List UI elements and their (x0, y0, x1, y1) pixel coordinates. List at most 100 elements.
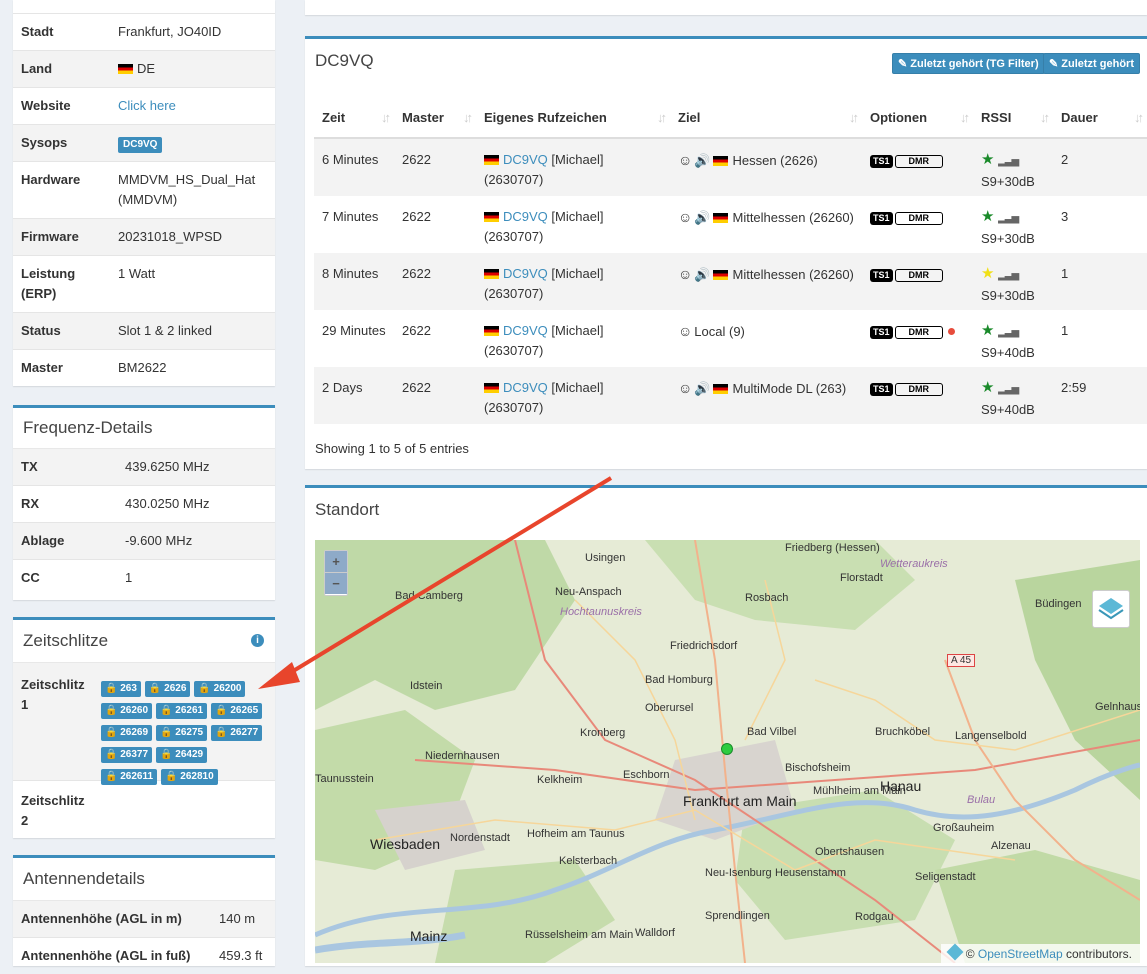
info-icon[interactable]: i (251, 634, 264, 647)
edit-icon: ✎ (1049, 58, 1059, 70)
btn-label: Zuletzt gehört (1061, 58, 1134, 70)
callsign-link[interactable]: DC9VQ (503, 323, 548, 338)
ts-pill: TS1 (870, 269, 893, 282)
talkgroup-badge[interactable]: 🔒 262810 (161, 769, 218, 785)
freq-row-ablage: Ablage -9.600 MHz (13, 523, 275, 560)
callsign-link[interactable]: DC9VQ (503, 380, 548, 395)
col-rssi[interactable]: RSSI ↓↑ (973, 97, 1053, 139)
talkgroup-badge[interactable]: 🔒 26265 (211, 703, 263, 719)
detail-row-leistung: Leistung (ERP) 1 Watt (13, 256, 275, 313)
lastheard-footer: Showing 1 to 5 of 5 entries (315, 441, 469, 456)
station-marker[interactable] (721, 743, 733, 755)
group-icon: ☺ (678, 152, 693, 168)
talkgroup-badge[interactable]: 🔒 26277 (211, 725, 263, 741)
website-link[interactable]: Click here (118, 88, 275, 124)
zeit-value: 7 Minutes (322, 209, 379, 224)
detail-label: Hardware (21, 172, 81, 187)
talkgroup-badge[interactable]: 🔒 26377 (101, 747, 153, 763)
talkgroup-badge[interactable]: 🔒 262611 (101, 769, 158, 785)
star-icon: ★ (981, 151, 995, 168)
detail-label: Firmware (21, 229, 79, 244)
detail-value-wrap: DE (118, 51, 275, 87)
detail-value: DE (137, 61, 156, 76)
map-place-label: Florstadt (840, 572, 883, 584)
detail-value: Slot 1 & 2 linked (118, 323, 212, 338)
mode-pill: DMR (894, 155, 944, 168)
col-master[interactable]: Master ↓↑ (394, 97, 476, 139)
flag-de-icon (484, 269, 499, 279)
freq-value: 439.6250 MHz (125, 459, 210, 474)
speaker-icon: 🔊 (694, 267, 711, 282)
antenna-value: 140 m (219, 911, 256, 926)
cell-rufzeichen: DC9VQ [Michael] (2630707) (476, 196, 670, 253)
rssi-value: S9+40dB (981, 402, 1035, 417)
cell-optionen: TS1 DMR (862, 253, 973, 310)
col-label: Zeit (322, 109, 346, 125)
osm-map[interactable]: + − Usingen Friedberg (Hessen) Florstadt We… (315, 540, 1140, 963)
panel-title: Frequenz-Details (13, 408, 275, 449)
col-rufzeichen[interactable]: Eigenes Rufzeichen ↓↑ (476, 97, 670, 139)
cell-zeit: 29 Minutes (314, 310, 394, 367)
sort-icon: ↓↑ (1040, 110, 1050, 125)
callsign-link[interactable]: DC9VQ (503, 209, 548, 224)
callsign-link[interactable]: DC9VQ (503, 152, 548, 167)
group-icon: ☺ (678, 380, 693, 396)
layers-icon (1098, 598, 1124, 620)
detail-row-status: Status Slot 1 & 2 linked (13, 313, 275, 350)
map-attribution: © OpenStreetMap contributors. (940, 943, 1140, 963)
freq-label: RX (21, 496, 40, 511)
map-place-label: Obertshausen (815, 846, 885, 858)
cell-zeit: 2 Days (314, 367, 394, 424)
osm-link[interactable]: OpenStreetMap (978, 947, 1063, 961)
col-dauer[interactable]: Dauer ↓↑ (1053, 97, 1147, 139)
detail-value: 20231018_WPSD (118, 229, 223, 244)
talkgroup-badge[interactable]: 🔒 26275 (156, 725, 208, 741)
map-place-label: Bad Homburg (645, 674, 713, 686)
lastheard-tg-filter-button[interactable]: ✎ Zuletzt gehört (TG Filter) (892, 53, 1045, 74)
zoom-in-button[interactable]: + (325, 551, 347, 572)
lastheard-table: Zeit ↓↑ Master ↓↑ Eigenes Rufzeichen ↓↑ Zie… (314, 97, 1147, 424)
map-place-label: Mainz (410, 928, 448, 944)
timeslots-panel: Zeitschlitze i Zeitschlitz 1 🔒 263 🔒 2626… (13, 617, 275, 838)
group-icon: ☺ (678, 209, 693, 225)
freq-row-rx: RX 430.0250 MHz (13, 486, 275, 523)
callsign-link[interactable]: DC9VQ (503, 266, 548, 281)
talkgroup-badge[interactable]: 🔒 26269 (101, 725, 153, 741)
map-place-label: Gelnhausen (1095, 701, 1140, 713)
btn-label: Zuletzt gehört (TG Filter) (910, 58, 1039, 70)
layers-button[interactable] (1092, 590, 1130, 628)
map-place-label: Rodgau (855, 911, 894, 923)
detail-row-master: Master BM2622 (13, 350, 275, 386)
map-place-label: Bad Camberg (395, 590, 463, 602)
col-optionen[interactable]: Optionen ↓↑ (862, 97, 973, 139)
freq-label: Ablage (21, 533, 65, 548)
star-icon: ★ (981, 265, 995, 282)
talkgroup-badge[interactable]: 🔒 2626 (144, 681, 191, 697)
table-row: 7 Minutes 2622 DC9VQ [Michael] (2630707) ☺ 🔊… (314, 196, 1147, 253)
sort-icon: ↓↑ (849, 110, 859, 125)
sysop-badge[interactable]: DC9VQ (118, 137, 163, 153)
cell-dauer: 2:59 (1053, 367, 1147, 424)
cell-dauer: 1 (1053, 310, 1147, 367)
cell-dauer: 1 (1053, 253, 1147, 310)
cell-zeit: 7 Minutes (314, 196, 394, 253)
talkgroup-badge[interactable]: 🔒 26260 (101, 703, 153, 719)
talkgroup-badge[interactable]: 🔒 26200 (194, 681, 246, 697)
lastheard-button[interactable]: ✎ Zuletzt gehört (1043, 53, 1140, 74)
talkgroup-badge[interactable]: 🔒 263 (101, 681, 141, 697)
cell-master: 2622 (394, 253, 476, 310)
map-place-label: Kelkheim (537, 774, 583, 786)
zoom-control: + − (324, 550, 348, 596)
star-icon: ★ (981, 379, 995, 396)
dauer-value: 3 (1061, 209, 1069, 224)
zoom-out-button[interactable]: − (325, 572, 347, 594)
cell-rssi: ★ ▂▃▅ S9+40dB (973, 310, 1053, 367)
map-place-label: Walldorf (635, 927, 675, 939)
talkgroup-badge[interactable]: 🔒 26261 (156, 703, 208, 719)
signal-icon: ▂▃▅ (998, 156, 1019, 167)
freq-value: -9.600 MHz (125, 533, 193, 548)
talkgroup-badge[interactable]: 🔒 26429 (156, 747, 208, 763)
col-zeit[interactable]: Zeit ↓↑ (314, 97, 394, 139)
map-place-label: Großauheim (933, 822, 995, 834)
col-ziel[interactable]: Ziel ↓↑ (670, 97, 862, 139)
